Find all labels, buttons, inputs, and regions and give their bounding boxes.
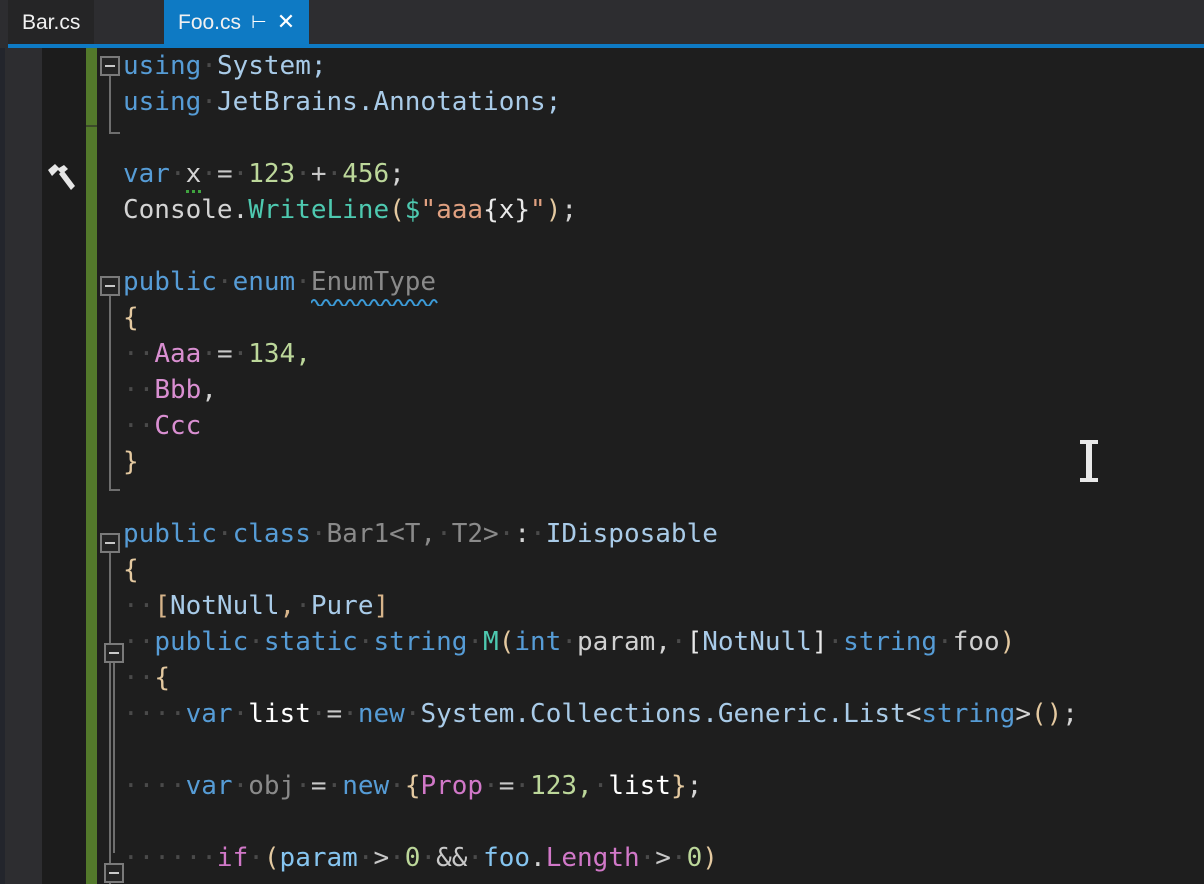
tab-bar-cs[interactable]: Bar.cs [8, 0, 94, 44]
fold-marker[interactable] [104, 863, 124, 883]
code-line: public·class·Bar1<T,·T2>·:·IDisposable [123, 516, 718, 552]
code-line: ··{ [123, 660, 170, 696]
code-editor-surface[interactable]: using·System; using·JetBrains.Annotation… [97, 48, 1204, 884]
code-line [123, 804, 139, 840]
inspection-underline-enumtype: EnumType [311, 267, 436, 297]
vcs-change-bar[interactable] [86, 48, 97, 884]
code-line: ····var·obj·=·new·{Prop·=·123,·list}; [123, 768, 702, 804]
fold-marker[interactable] [100, 533, 120, 553]
code-line: { [123, 552, 139, 588]
code-line: ··public·static·string·M(int·param,·[Not… [123, 624, 1015, 660]
fold-guide [113, 663, 115, 853]
code-line: public·enum·EnumType [123, 264, 436, 300]
tab-foo-cs[interactable]: Foo.cs ⊢ ✕ [164, 0, 309, 44]
fold-guide [109, 296, 111, 491]
code-line: ··Aaa·=·134, [123, 336, 311, 372]
code-line: } [123, 444, 139, 480]
inspection-underline-x: x [186, 159, 202, 193]
code-line: ····var·list·=·new·System.Collections.Ge… [123, 696, 1078, 732]
close-icon[interactable]: ✕ [277, 11, 295, 33]
tab-label: Foo.cs [178, 12, 241, 33]
code-line: ··Ccc [123, 408, 201, 444]
pin-icon[interactable]: ⊢ [251, 13, 267, 31]
tab-label: Bar.cs [22, 12, 80, 33]
code-line [123, 732, 139, 768]
fold-marker[interactable] [100, 276, 120, 296]
code-line [123, 480, 139, 516]
hammer-icon[interactable] [44, 160, 80, 194]
fold-guide [109, 76, 111, 134]
code-line: Console.WriteLine($"aaa{x}"); [123, 192, 577, 228]
fold-marker[interactable] [104, 643, 124, 663]
code-line: { [123, 300, 139, 336]
code-line: ······if·(param·>·0·&&·foo.Length·>·0) [123, 840, 718, 876]
tab-bar: Bar.cs Foo.cs ⊢ ✕ [0, 0, 1204, 48]
code-line: ··[NotNull,·Pure] [123, 588, 389, 624]
fold-marker[interactable] [100, 56, 120, 76]
code-line: ··Bbb, [123, 372, 217, 408]
fold-guide [109, 553, 111, 884]
vcs-change-bar-gap [86, 125, 97, 127]
text-ibeam-cursor [1078, 440, 1100, 482]
code-line [123, 120, 139, 156]
code-line: var·x·=·123·+·456; [123, 156, 405, 192]
code-line: using·JetBrains.Annotations; [123, 84, 561, 120]
editor-left-margin-panel [5, 48, 42, 884]
code-line: using·System; [123, 48, 327, 84]
code-line [123, 228, 139, 264]
